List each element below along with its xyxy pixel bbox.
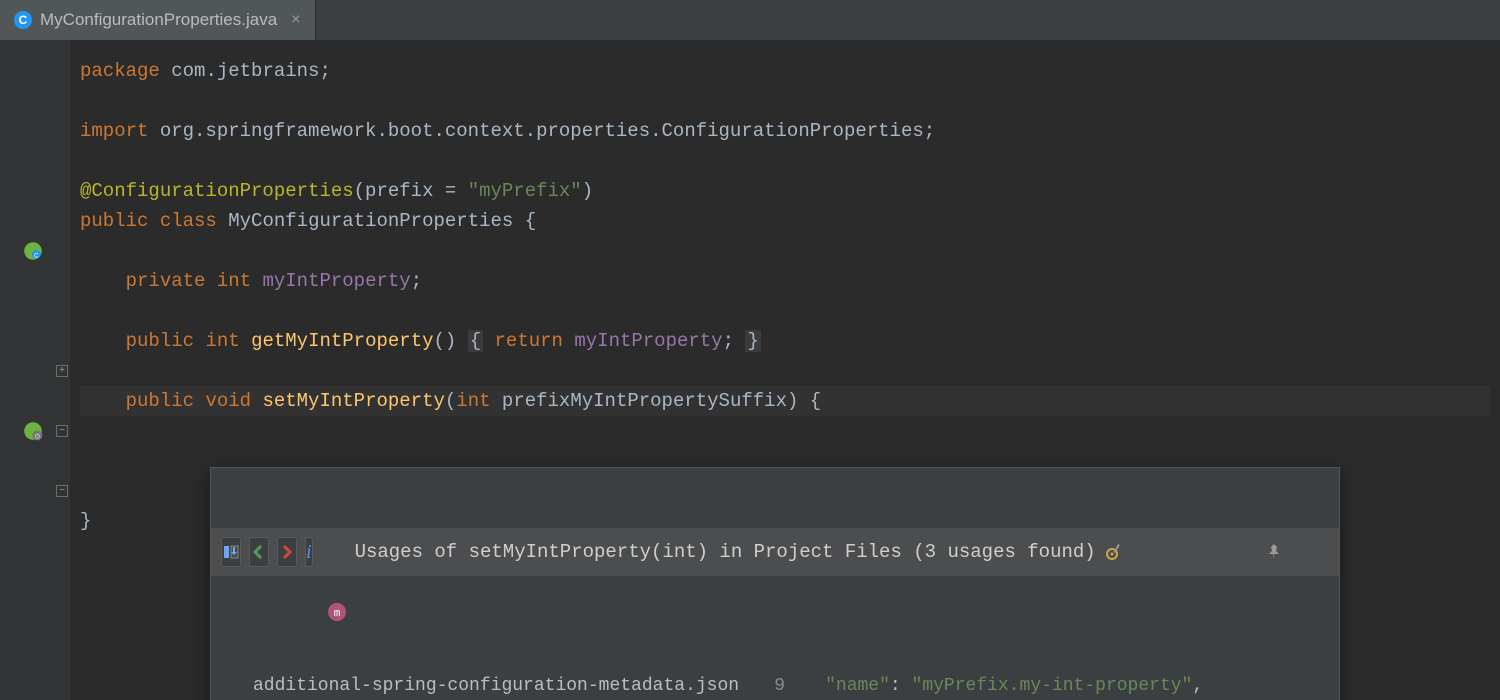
method-name: getMyIntProperty [251, 330, 433, 352]
usage-row[interactable]: ⏻ additional-spring-configuration-metada… [211, 666, 1339, 700]
spring-bean-gutter-icon[interactable]: C [22, 240, 44, 262]
keyword-int: int [205, 330, 239, 352]
keyword-package: package [80, 60, 160, 82]
keyword-int: int [217, 270, 251, 292]
close-icon[interactable]: × [291, 11, 300, 29]
fold-collapse-icon[interactable]: − [56, 425, 68, 437]
field-ref: myIntProperty [574, 330, 722, 352]
folded-brace: { [468, 330, 483, 352]
package-name: com.jetbrains [171, 60, 319, 82]
usage-line-number: 9 [749, 671, 785, 700]
punct: ; [319, 60, 330, 82]
class-name: MyConfigurationProperties [228, 210, 513, 232]
info-button[interactable]: i [305, 537, 313, 567]
editor-tab[interactable]: C MyConfigurationProperties.java × [0, 0, 316, 40]
code-editor[interactable]: package com.jetbrains; import org.spring… [70, 40, 1500, 700]
usages-popup: i m Usages of setMyIntProperty(int) in P… [210, 467, 1340, 700]
usage-snippet: "name": "myPrefix.my-int-property", [795, 671, 1325, 700]
keyword-public: public [126, 390, 194, 412]
svg-text:m: m [333, 608, 340, 620]
fold-collapse-icon[interactable]: − [56, 485, 68, 497]
punct: ; [411, 270, 422, 292]
param-name: prefixMyIntPropertySuffix [502, 390, 787, 412]
fold-expand-icon[interactable]: + [56, 365, 68, 377]
open-find-window-button[interactable] [221, 537, 241, 567]
keyword-public: public [126, 330, 194, 352]
punct: ) { [787, 390, 821, 412]
usages-toolbar: i m Usages of setMyIntProperty(int) in P… [211, 528, 1339, 576]
keyword-int: int [456, 390, 490, 412]
closing-brace: } [80, 510, 91, 532]
keyword-public: public [80, 210, 148, 232]
gutter: C ⏻ + − − [0, 40, 70, 700]
spring-file-icon: ⏻ [225, 677, 243, 695]
tab-bar: C MyConfigurationProperties.java × [0, 0, 1500, 40]
current-line: public void setMyIntProperty(int prefixM… [80, 386, 1490, 416]
folded-brace: } [745, 330, 760, 352]
method-name: setMyIntProperty [262, 390, 444, 412]
pin-icon[interactable] [1265, 482, 1416, 622]
spring-run-gutter-icon[interactable]: ⏻ [22, 420, 44, 442]
punct: { [513, 210, 536, 232]
keyword-void: void [205, 390, 251, 412]
punct: ( [445, 390, 456, 412]
punct: () [434, 330, 457, 352]
usage-filename: additional-spring-configuration-metadata… [253, 671, 739, 700]
method-badge-icon: m [327, 542, 347, 562]
next-occurrence-button[interactable] [277, 537, 297, 567]
annotation: @ConfigurationProperties [80, 180, 354, 202]
punct: ) [582, 180, 593, 202]
keyword-class: class [160, 210, 217, 232]
java-class-icon: C [14, 11, 32, 29]
svg-text:C: C [34, 253, 39, 260]
usages-title: Usages of setMyIntProperty(int) in Proje… [355, 537, 1096, 567]
prev-occurrence-button[interactable] [249, 537, 269, 567]
svg-text:⏻: ⏻ [35, 433, 41, 441]
keyword-return: return [495, 330, 563, 352]
punct: ; [723, 330, 734, 352]
settings-icon[interactable] [1104, 482, 1255, 622]
field-name: myIntProperty [262, 270, 410, 292]
punct: ; [924, 120, 935, 142]
punct: (prefix = [354, 180, 468, 202]
string-literal: "myPrefix" [468, 180, 582, 202]
keyword-import: import [80, 120, 148, 142]
import-fqn: org.springframework.boot.context.propert… [160, 120, 924, 142]
keyword-private: private [126, 270, 206, 292]
tab-filename: MyConfigurationProperties.java [40, 10, 277, 30]
editor-area: C ⏻ + − − package com.jetbrains; import … [0, 40, 1500, 700]
